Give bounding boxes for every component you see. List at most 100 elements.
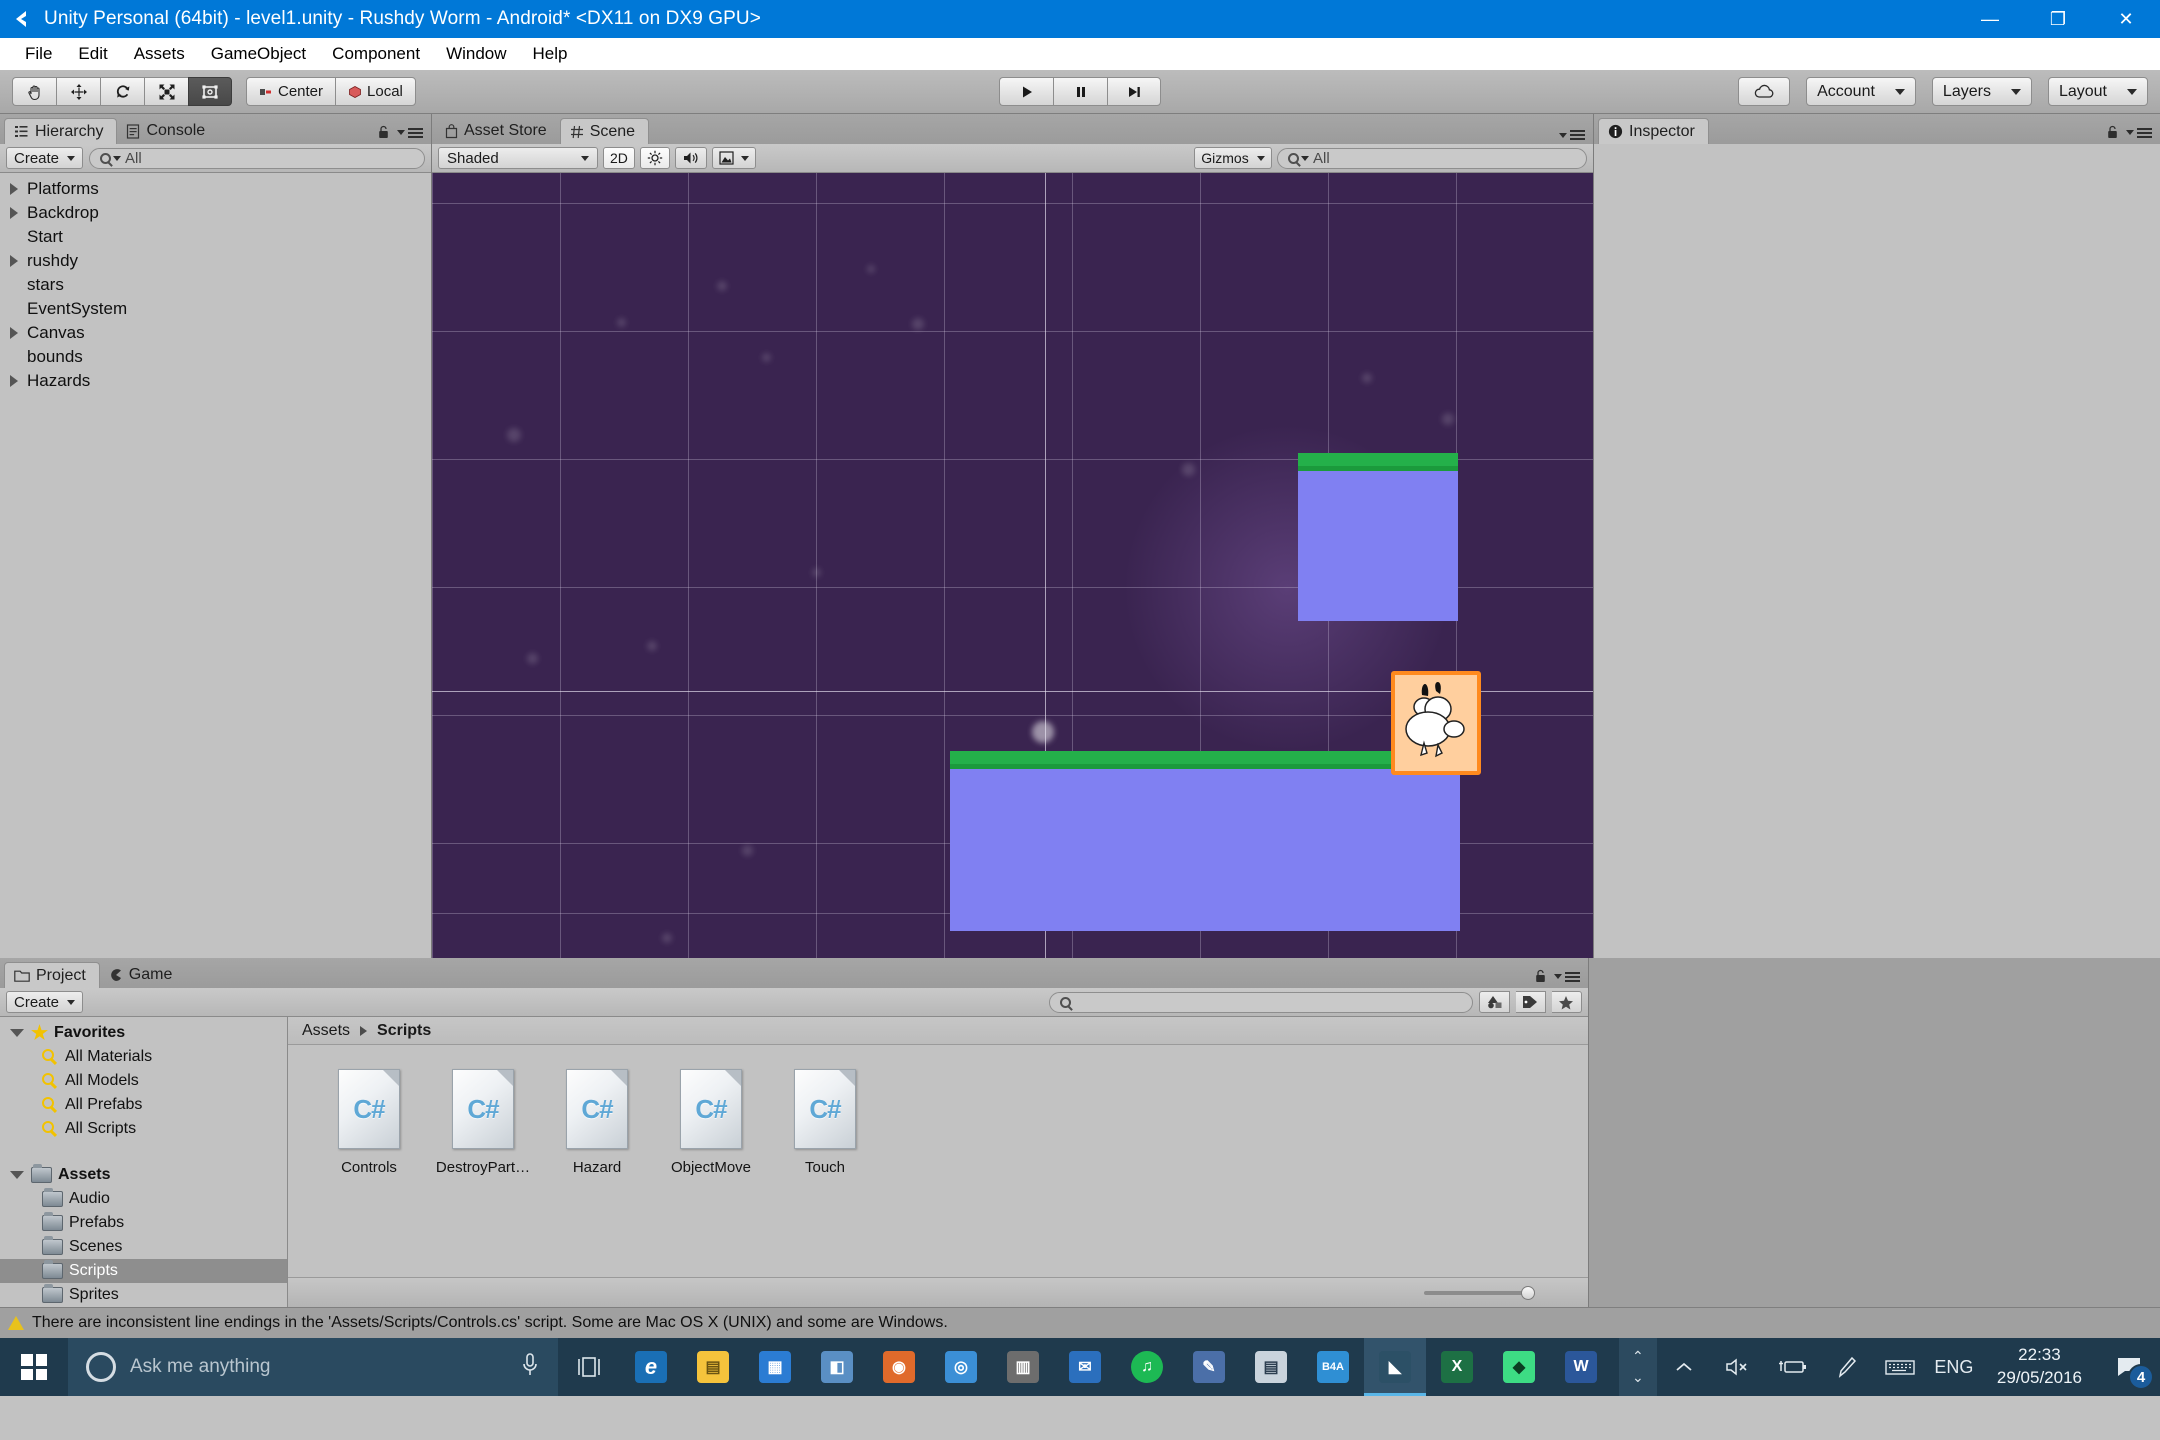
- tab-project[interactable]: Project: [4, 962, 100, 988]
- draw-mode-dropdown[interactable]: Shaded: [438, 147, 598, 169]
- taskbar-app-spotify[interactable]: ♫: [1116, 1338, 1178, 1396]
- taskbar-app-store[interactable]: ▦: [744, 1338, 806, 1396]
- menu-window[interactable]: Window: [433, 38, 519, 70]
- tab-scene[interactable]: Scene: [559, 118, 650, 144]
- tree-item-favorites[interactable]: ★ Favorites: [0, 1021, 287, 1045]
- menu-component[interactable]: Component: [319, 38, 433, 70]
- taskbar-app-b4a[interactable]: B4A: [1302, 1338, 1364, 1396]
- platform-object[interactable]: [950, 751, 1460, 931]
- hierarchy-item-rushdy[interactable]: rushdy: [0, 249, 431, 273]
- filter-by-label-button[interactable]: [1515, 991, 1546, 1013]
- rotate-tool-button[interactable]: [100, 77, 144, 106]
- panel-menu-button[interactable]: [2126, 127, 2152, 138]
- tree-item-scripts[interactable]: Scripts: [0, 1259, 287, 1283]
- asset-item[interactable]: C# Hazard: [540, 1069, 654, 1176]
- project-search-input[interactable]: [1049, 991, 1474, 1013]
- panel-menu-button[interactable]: [1554, 971, 1580, 982]
- layout-dropdown[interactable]: Layout: [2047, 77, 2148, 106]
- icon-size-slider[interactable]: [1424, 1285, 1535, 1300]
- toggle-2d-button[interactable]: 2D: [603, 147, 635, 169]
- toggle-lighting-button[interactable]: [639, 147, 670, 169]
- taskbar-app-file-explorer[interactable]: ▤: [682, 1338, 744, 1396]
- taskbar-scroll-arrows[interactable]: ⌃ ⌄: [1618, 1338, 1657, 1396]
- panel-menu-button[interactable]: [397, 127, 423, 138]
- hierarchy-create-button[interactable]: Create: [6, 147, 84, 169]
- collapse-arrow-icon[interactable]: [10, 1029, 24, 1037]
- tree-item-all-prefabs[interactable]: All Prefabs: [0, 1093, 287, 1117]
- account-dropdown[interactable]: Account: [1806, 77, 1916, 106]
- tree-item-audio[interactable]: Audio: [0, 1187, 287, 1211]
- taskbar-app-calculator[interactable]: ▥: [992, 1338, 1054, 1396]
- start-button[interactable]: [0, 1338, 68, 1396]
- slider-handle[interactable]: [1521, 1285, 1535, 1300]
- filter-by-type-button[interactable]: [1479, 991, 1510, 1013]
- project-tree[interactable]: ★ Favorites All Materials All Models All…: [0, 1017, 288, 1307]
- tab-game[interactable]: Game: [100, 962, 186, 988]
- favorites-button[interactable]: [1551, 991, 1582, 1013]
- maximize-button[interactable]: ❐: [2024, 0, 2092, 38]
- lock-icon[interactable]: [2106, 125, 2119, 140]
- scene-search-input[interactable]: All: [1277, 147, 1587, 169]
- asset-grid[interactable]: C# Controls C# DestroyPart… C# Hazard C#…: [288, 1045, 1588, 1277]
- hand-tool-button[interactable]: [12, 77, 56, 106]
- toggle-audio-button[interactable]: [674, 147, 707, 169]
- tab-console[interactable]: Console: [117, 118, 218, 144]
- gizmos-dropdown[interactable]: Gizmos: [1194, 147, 1272, 169]
- tab-hierarchy[interactable]: Hierarchy: [4, 118, 118, 144]
- menu-help[interactable]: Help: [520, 38, 581, 70]
- asset-item[interactable]: C# Controls: [312, 1069, 426, 1176]
- hierarchy-item-backdrop[interactable]: Backdrop: [0, 201, 431, 225]
- lock-icon[interactable]: [377, 125, 390, 140]
- expand-arrow-icon[interactable]: [6, 255, 22, 267]
- play-button[interactable]: [999, 77, 1053, 106]
- collab-cloud-button[interactable]: [1738, 77, 1791, 106]
- taskbar-app-unity[interactable]: ◣: [1364, 1338, 1426, 1396]
- hierarchy-search-input[interactable]: All: [89, 147, 425, 169]
- chevron-up-icon[interactable]: ⌃: [1632, 1348, 1644, 1365]
- project-create-button[interactable]: Create: [6, 991, 84, 1013]
- platform-object[interactable]: [1298, 453, 1458, 621]
- pause-button[interactable]: [1053, 77, 1107, 106]
- taskbar-app-groove-music[interactable]: ◉: [868, 1338, 930, 1396]
- menu-edit[interactable]: Edit: [65, 38, 120, 70]
- taskbar-app-browser[interactable]: ◎: [930, 1338, 992, 1396]
- expand-arrow-icon[interactable]: [6, 183, 22, 195]
- battery-button[interactable]: [1765, 1338, 1819, 1396]
- collapse-arrow-icon[interactable]: [10, 1171, 24, 1179]
- breadcrumb-scripts[interactable]: Scripts: [377, 1022, 431, 1040]
- tree-item-all-materials[interactable]: All Materials: [0, 1045, 287, 1069]
- tree-item-scenes[interactable]: Scenes: [0, 1235, 287, 1259]
- taskbar-app-calendar[interactable]: ▤: [1240, 1338, 1302, 1396]
- hierarchy-item-platforms[interactable]: Platforms: [0, 177, 431, 201]
- tree-item-all-models[interactable]: All Models: [0, 1069, 287, 1093]
- taskbar-app-mail[interactable]: ✉: [1054, 1338, 1116, 1396]
- tree-item-all-scripts[interactable]: All Scripts: [0, 1117, 287, 1141]
- clock[interactable]: 22:33 29/05/2016: [1981, 1344, 2098, 1390]
- task-view-button[interactable]: [558, 1338, 620, 1396]
- scene-viewport[interactable]: [432, 173, 1593, 958]
- scale-tool-button[interactable]: [144, 77, 188, 106]
- pen-button[interactable]: [1819, 1338, 1873, 1396]
- show-hidden-icons-button[interactable]: [1657, 1338, 1711, 1396]
- tree-item-prefabs[interactable]: Prefabs: [0, 1211, 287, 1235]
- action-center-button[interactable]: 4: [2098, 1338, 2160, 1396]
- taskbar-app-excel[interactable]: X: [1426, 1338, 1488, 1396]
- tree-item-assets[interactable]: Assets: [0, 1163, 287, 1187]
- tree-item-sprites[interactable]: Sprites: [0, 1283, 287, 1307]
- panel-menu-button[interactable]: [1559, 130, 1585, 140]
- volume-button[interactable]: [1711, 1338, 1765, 1396]
- microphone-icon[interactable]: [520, 1351, 540, 1384]
- chevron-down-icon[interactable]: ⌄: [1632, 1369, 1644, 1386]
- taskbar-app-word[interactable]: W: [1550, 1338, 1612, 1396]
- cortana-search-box[interactable]: Ask me anything: [68, 1338, 558, 1396]
- asset-item[interactable]: C# DestroyPart…: [426, 1069, 540, 1176]
- minimize-button[interactable]: —: [1956, 0, 2024, 38]
- taskbar-app-edge[interactable]: e: [620, 1338, 682, 1396]
- status-bar[interactable]: There are inconsistent line endings in t…: [0, 1307, 2160, 1338]
- breadcrumb-assets[interactable]: Assets: [302, 1022, 350, 1040]
- asset-item[interactable]: C# Touch: [768, 1069, 882, 1176]
- toggle-effects-button[interactable]: [711, 147, 756, 169]
- expand-arrow-icon[interactable]: [6, 207, 22, 219]
- move-tool-button[interactable]: [56, 77, 100, 106]
- taskbar-app-photos[interactable]: ◧: [806, 1338, 868, 1396]
